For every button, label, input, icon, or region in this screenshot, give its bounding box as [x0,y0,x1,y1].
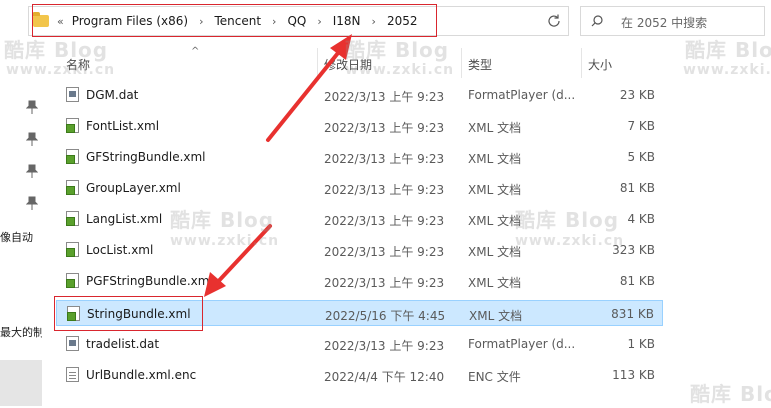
file-size: 5 KB [627,150,655,164]
file-type: XML 文档 [468,276,522,290]
file-date: 2022/4/4 下午 12:40 [324,370,445,384]
file-size: 23 KB [619,88,655,102]
file-date: 2022/3/13 上午 9:23 [324,276,445,290]
file-type: FormatPlayer (d... [468,88,576,102]
file-type: XML 文档 [468,121,522,135]
file-name: UrlBundle.xml.enc [86,368,197,382]
file-name: tradelist.dat [86,337,160,351]
selected-file-highlight-box [54,296,203,331]
file-date: 2022/3/13 上午 9:23 [324,152,445,166]
file-size: 7 KB [627,119,655,133]
file-row[interactable]: PGFStringBundle.xml 2022/3/13 上午 9:23 XM… [56,268,663,294]
file-size: 1 KB [627,337,655,351]
xml-file-icon [66,211,79,226]
file-row[interactable]: tradelist.dat 2022/3/13 上午 9:23 FormatPl… [56,331,663,357]
sort-ascending-icon: ^ [191,46,200,57]
nav-item-label[interactable]: 像自动 [0,229,42,245]
file-row[interactable]: GFStringBundle.xml 2022/3/13 上午 9:23 XML… [56,144,663,170]
address-bar-highlight-box [32,4,437,37]
nav-item-label[interactable]: 最大的制 [0,324,42,340]
xml-file-icon [66,118,79,133]
file-size: 81 KB [619,274,655,288]
file-type: FormatPlayer (d... [468,337,576,351]
file-name: DGM.dat [86,88,139,102]
file-name: GFStringBundle.xml [86,150,206,164]
search-icon [591,15,603,27]
navigation-pane: 像自动 最大的制 [0,40,42,408]
xml-file-icon [66,180,79,195]
file-row[interactable]: LangList.xml 2022/3/13 上午 9:23 XML 文档 4 … [56,206,663,232]
file-row[interactable]: GroupLayer.xml 2022/3/13 上午 9:23 XML 文档 … [56,175,663,201]
xml-file-icon [66,273,79,288]
pin-icon[interactable] [26,100,38,114]
xml-file-icon [66,149,79,164]
search-box[interactable]: 在 2052 中搜索 [580,6,765,36]
dat-file-icon [66,336,79,351]
pin-icon[interactable] [26,164,38,178]
file-date: 2022/3/13 上午 9:23 [324,183,445,197]
file-date: 2022/3/13 上午 9:23 [324,214,445,228]
file-size: 831 KB [611,307,654,321]
pin-icon[interactable] [26,132,38,146]
column-type[interactable]: 类型 [468,56,492,73]
file-date: 2022/3/13 上午 9:23 [324,90,445,104]
file-name: LangList.xml [86,212,163,226]
dat-file-icon [66,87,79,102]
file-date: 2022/3/13 上午 9:23 [324,339,445,353]
column-divider[interactable] [461,48,462,78]
refresh-icon[interactable] [546,13,562,29]
search-input[interactable]: 在 2052 中搜索 [621,14,707,31]
file-date: 2022/5/16 下午 4:45 [325,309,446,323]
file-type: ENC 文件 [468,370,521,384]
column-divider[interactable] [317,48,318,78]
column-size[interactable]: 大小 [588,56,612,73]
file-type: XML 文档 [468,245,522,259]
column-divider[interactable] [581,48,582,78]
file-size: 113 KB [612,368,655,382]
file-row[interactable]: DGM.dat 2022/3/13 上午 9:23 FormatPlayer (… [56,82,663,108]
file-date: 2022/3/13 上午 9:23 [324,121,445,135]
pin-icon[interactable] [26,196,38,210]
nav-selected-item[interactable] [0,360,42,406]
column-name[interactable]: 名称 [66,56,90,73]
file-size: 81 KB [619,181,655,195]
file-type: XML 文档 [469,309,523,323]
file-explorer-window: « Program Files (x86) › Tencent › QQ › I… [0,0,771,408]
file-name: PGFStringBundle.xml [86,274,213,288]
file-type: XML 文档 [468,152,522,166]
file-row[interactable]: FontList.xml 2022/3/13 上午 9:23 XML 文档 7 … [56,113,663,139]
enc-file-icon [66,367,79,382]
column-header: ^ 名称 修改日期 类型 大小 [56,46,771,78]
file-row[interactable]: UrlBundle.xml.enc 2022/4/4 下午 12:40 ENC … [56,362,663,388]
file-name: LocList.xml [86,243,154,257]
file-date: 2022/3/13 上午 9:23 [324,245,445,259]
file-name: FontList.xml [86,119,160,133]
file-size: 4 KB [627,212,655,226]
column-date[interactable]: 修改日期 [324,56,372,73]
watermark: 酷库 Blog [690,382,771,406]
file-size: 323 KB [612,243,655,257]
file-name: GroupLayer.xml [86,181,181,195]
file-type: XML 文档 [468,214,522,228]
file-row[interactable]: LocList.xml 2022/3/13 上午 9:23 XML 文档 323… [56,237,663,263]
file-type: XML 文档 [468,183,522,197]
xml-file-icon [66,242,79,257]
